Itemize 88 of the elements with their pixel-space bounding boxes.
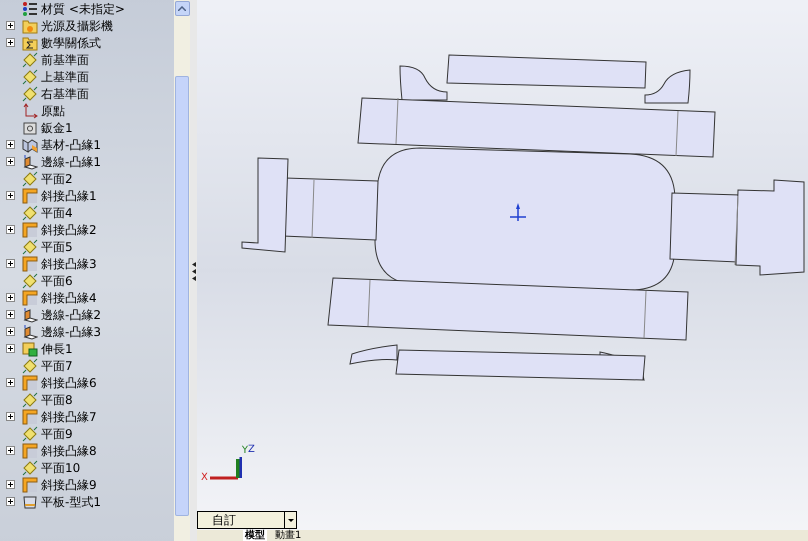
expand-toggle-icon[interactable] bbox=[6, 259, 14, 268]
edge-flange-icon bbox=[22, 154, 38, 170]
miter-flange-icon bbox=[22, 256, 38, 272]
edge-flange-icon bbox=[22, 324, 38, 340]
expand-toggle-icon[interactable] bbox=[6, 38, 14, 47]
feature-tree-item[interactable]: 材質 <未指定> bbox=[41, 2, 125, 16]
plane-icon bbox=[22, 52, 38, 68]
expand-toggle-icon[interactable] bbox=[6, 21, 14, 30]
plane-icon bbox=[22, 170, 38, 186]
expand-toggle-icon[interactable] bbox=[6, 310, 14, 319]
feature-tree-item[interactable]: 上基準面 bbox=[41, 70, 89, 84]
origin-marker-icon bbox=[509, 203, 527, 222]
expand-toggle-icon[interactable] bbox=[6, 157, 14, 166]
expand-toggle-icon[interactable] bbox=[6, 225, 14, 234]
miter-flange-icon bbox=[22, 290, 38, 306]
miter-flange-icon bbox=[22, 442, 38, 458]
material-list-icon bbox=[22, 0, 38, 16]
feature-tree-item[interactable]: 斜接凸緣4 bbox=[41, 290, 97, 304]
plane-icon bbox=[22, 358, 38, 374]
splitter-grip-icon bbox=[192, 261, 196, 281]
configuration-dropdown[interactable]: 自訂 bbox=[197, 511, 297, 529]
extrude-icon bbox=[22, 340, 38, 356]
feature-tree-item[interactable]: 基材-凸緣1 bbox=[41, 138, 101, 152]
feature-tree-item[interactable]: 斜接凸緣6 bbox=[41, 376, 97, 390]
plane-icon bbox=[22, 204, 38, 220]
plane-icon bbox=[22, 86, 38, 102]
feature-tree-item[interactable]: 原點 bbox=[41, 104, 65, 118]
feature-tree-item[interactable]: 前基準面 bbox=[41, 52, 89, 66]
feature-tree-item[interactable]: 平面9 bbox=[41, 426, 73, 440]
expand-toggle-icon[interactable] bbox=[6, 327, 14, 336]
feature-tree-item[interactable]: 平面8 bbox=[41, 392, 73, 406]
feature-tree-item[interactable]: 斜接凸緣3 bbox=[41, 256, 97, 270]
plane-icon bbox=[22, 68, 38, 84]
expand-toggle-icon[interactable] bbox=[6, 480, 14, 489]
expand-toggle-icon[interactable] bbox=[6, 378, 14, 387]
axis-x-label: X bbox=[201, 473, 208, 483]
feature-tree-item[interactable]: 邊線-凸緣2 bbox=[41, 308, 101, 322]
feature-tree-item[interactable]: 斜接凸緣7 bbox=[41, 410, 97, 424]
base-flange-icon bbox=[22, 136, 38, 152]
expand-toggle-icon[interactable] bbox=[6, 140, 14, 149]
expand-toggle-icon[interactable] bbox=[6, 293, 14, 302]
feature-tree-item[interactable]: 邊線-凸緣3 bbox=[41, 324, 101, 338]
axis-z-label: Z bbox=[248, 445, 255, 455]
plane-icon bbox=[22, 392, 38, 408]
edge-flange-icon bbox=[22, 306, 38, 322]
expand-toggle-icon[interactable] bbox=[6, 344, 14, 353]
folder-sigma-icon bbox=[22, 34, 38, 50]
miter-flange-icon bbox=[22, 408, 38, 424]
flat-pattern-icon bbox=[22, 494, 38, 510]
miter-flange-icon bbox=[22, 374, 38, 390]
feature-tree-item[interactable]: 平面2 bbox=[41, 172, 73, 186]
scroll-thumb[interactable] bbox=[175, 76, 189, 516]
feature-tree-item[interactable]: 斜接凸緣1 bbox=[41, 188, 97, 202]
expand-toggle-icon[interactable] bbox=[6, 446, 14, 455]
feature-tree-item[interactable]: 伸長1 bbox=[41, 342, 73, 356]
miter-flange-icon bbox=[22, 222, 38, 238]
dropdown-caret-icon bbox=[284, 512, 296, 528]
feature-tree-item[interactable]: 平面6 bbox=[41, 274, 73, 288]
feature-tree-item[interactable]: 右基準面 bbox=[41, 86, 89, 100]
feature-tree-item[interactable]: 邊線-凸緣1 bbox=[41, 154, 101, 168]
plane-icon bbox=[22, 272, 38, 288]
miter-flange-icon bbox=[22, 188, 38, 204]
scrollbar[interactable] bbox=[174, 0, 190, 541]
miter-flange-icon bbox=[22, 476, 38, 492]
plane-icon bbox=[22, 426, 38, 442]
feature-tree-item[interactable]: 斜接凸緣2 bbox=[41, 222, 97, 236]
feature-tree-item[interactable]: 平面4 bbox=[41, 206, 73, 220]
feature-tree-item[interactable]: 光源及攝影機 bbox=[41, 18, 113, 32]
origin-icon bbox=[22, 102, 38, 118]
plane-icon bbox=[22, 460, 38, 476]
feature-tree-item[interactable]: 平板-型式1 bbox=[41, 494, 101, 508]
feature-tree-item[interactable]: 平面5 bbox=[41, 240, 73, 254]
axis-y-label: Y bbox=[242, 446, 248, 455]
feature-tree-item[interactable]: 鈑金1 bbox=[41, 120, 73, 134]
scroll-up-icon[interactable] bbox=[174, 1, 190, 16]
feature-tree-item[interactable]: 平面10 bbox=[41, 460, 80, 474]
feature-tree-item[interactable]: 斜接凸緣8 bbox=[41, 444, 97, 458]
plane-icon bbox=[22, 238, 38, 254]
feature-tree-item[interactable]: 數學關係式 bbox=[41, 36, 101, 50]
sheet-metal-icon bbox=[22, 120, 38, 136]
feature-tree-item[interactable]: 平面7 bbox=[41, 358, 73, 372]
view-tab[interactable]: 動畫1 bbox=[273, 530, 304, 541]
expand-toggle-icon[interactable] bbox=[6, 191, 14, 200]
expand-toggle-icon[interactable] bbox=[6, 497, 14, 506]
view-tab[interactable]: 模型 bbox=[243, 530, 267, 541]
feature-tree-item[interactable]: 斜接凸緣9 bbox=[41, 478, 97, 492]
expand-toggle-icon[interactable] bbox=[6, 412, 14, 421]
folder-sun-icon bbox=[22, 18, 38, 34]
